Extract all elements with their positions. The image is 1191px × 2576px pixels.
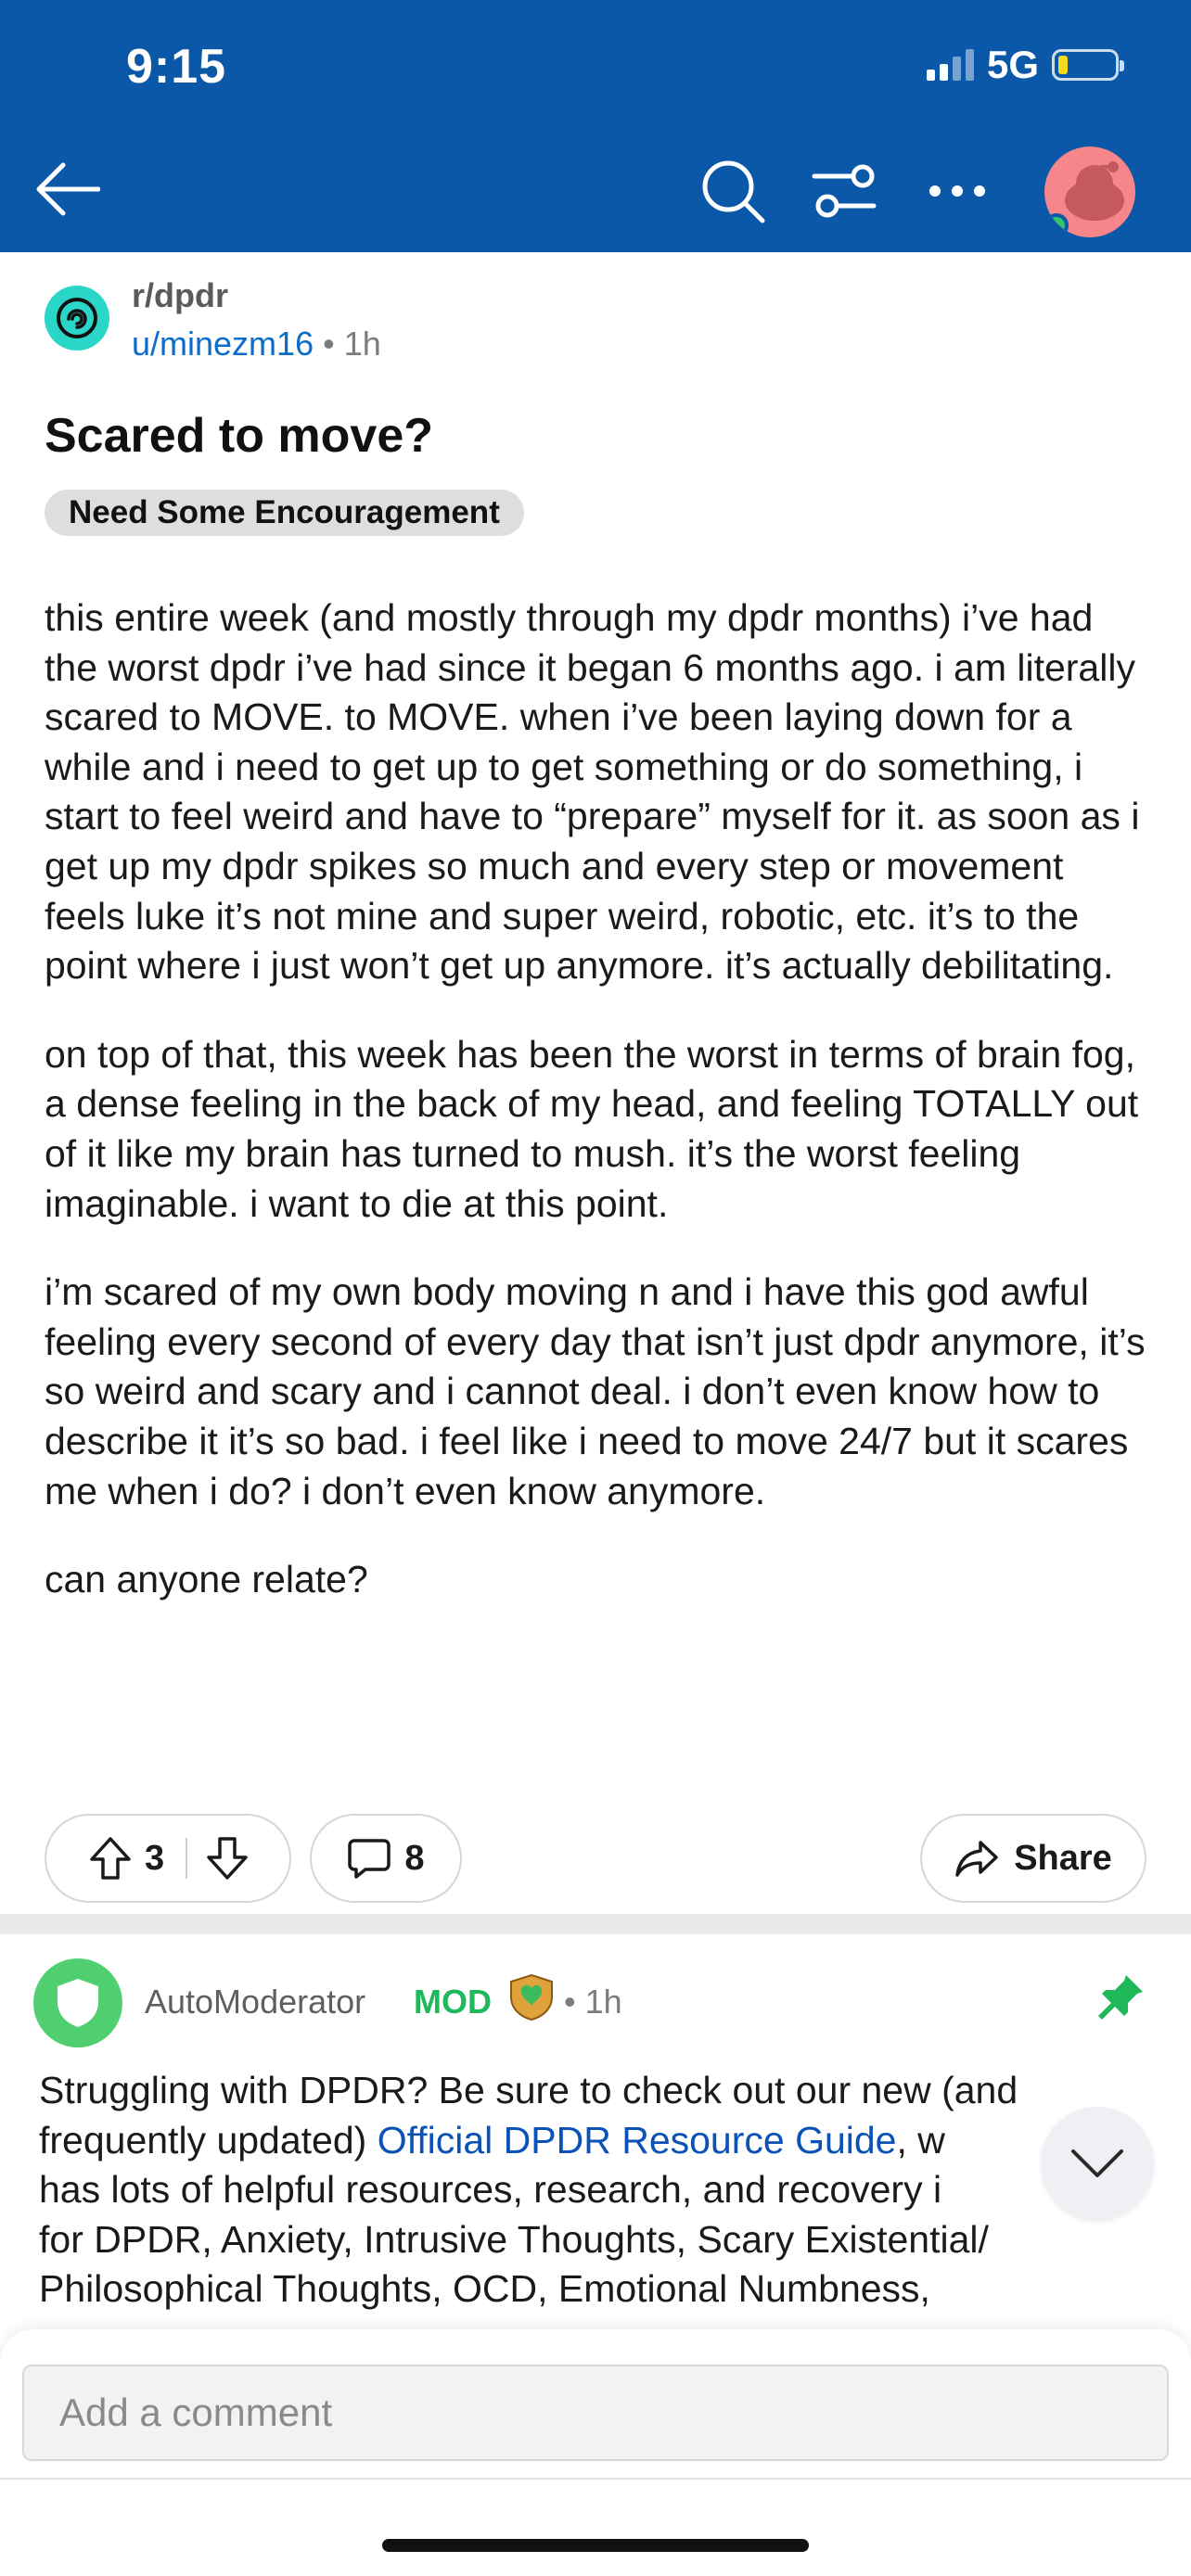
- mod-badge: MOD: [414, 1983, 492, 2021]
- status-indicators: 5G: [926, 43, 1124, 87]
- home-indicator[interactable]: [382, 2539, 809, 2552]
- vote-count: 3: [145, 1838, 165, 1878]
- subreddit-name[interactable]: r/dpdr: [132, 276, 228, 315]
- section-divider: [0, 1914, 1191, 1934]
- downvote-icon[interactable]: [195, 1826, 260, 1891]
- app-header: 9:15 5G: [0, 0, 1191, 252]
- more-options-icon[interactable]: [922, 158, 992, 224]
- search-icon[interactable]: [698, 158, 768, 224]
- post-author[interactable]: u/minezm16: [132, 325, 314, 363]
- comment-meta: • 1h: [564, 1983, 622, 2021]
- battery-icon: [1052, 49, 1124, 81]
- comment-author[interactable]: AutoModerator: [145, 1983, 365, 2021]
- post-title: Scared to move?: [45, 409, 434, 463]
- share-arrow-icon: [955, 1841, 998, 1877]
- chevron-down-icon: [1071, 2149, 1123, 2177]
- vote-divider: [186, 1838, 187, 1879]
- composer-divider: [0, 2478, 1191, 2480]
- post-paragraph: can anyone relate?: [45, 1558, 368, 1601]
- status-time: 9:15: [126, 40, 227, 94]
- cellular-signal-icon: [926, 49, 974, 81]
- comment-text: , w: [896, 2118, 945, 2162]
- share-label: Share: [1014, 1838, 1112, 1878]
- meta-separator: •: [564, 1983, 576, 2021]
- post-meta: u/minezm16 • 1h: [132, 325, 381, 363]
- filter-sort-icon[interactable]: [809, 158, 879, 224]
- comment-count: 8: [404, 1838, 425, 1878]
- add-comment-input[interactable]: [22, 2365, 1169, 2461]
- comment-body: Struggling with DPDR? Be sure to check o…: [39, 2066, 1152, 2315]
- resource-guide-link[interactable]: Official DPDR Resource Guide: [378, 2119, 897, 2162]
- upvote-icon[interactable]: [78, 1826, 143, 1891]
- network-type: 5G: [986, 43, 1039, 86]
- back-arrow-icon[interactable]: [28, 156, 106, 223]
- automoderator-avatar[interactable]: [33, 1958, 122, 2047]
- share-button[interactable]: Share: [920, 1814, 1146, 1903]
- vote-controls: 3: [45, 1814, 291, 1903]
- shield-icon: [58, 1979, 98, 2027]
- post-paragraph: on top of that, this week has been the w…: [45, 1032, 1139, 1225]
- post-body: this entire week (and mostly through my …: [45, 593, 1148, 1644]
- post-flair[interactable]: Need Some Encouragement: [45, 490, 524, 536]
- scroll-down-button[interactable]: [1041, 2107, 1154, 2220]
- user-avatar[interactable]: [1044, 147, 1135, 237]
- pin-icon: [1095, 1971, 1150, 2027]
- meta-separator: •: [323, 325, 335, 363]
- mod-shield-emoji-icon: [508, 1973, 555, 2021]
- post-time: 1h: [343, 325, 381, 363]
- comment-text: for DPDR, Anxiety, Intrusive Thoughts, S…: [39, 2217, 989, 2261]
- comment-time: 1h: [584, 1983, 622, 2021]
- comment-bubble-icon: [348, 1839, 391, 1879]
- comment-text: Philosophical Thoughts, OCD, Emotional N…: [39, 2267, 930, 2311]
- comment-text: has lots of helpful resources, research,…: [39, 2168, 942, 2212]
- subreddit-icon[interactable]: [45, 286, 109, 351]
- post-paragraph: i’m scared of my own body moving n and i…: [45, 1270, 1146, 1512]
- online-status-indicator: [1044, 213, 1069, 237]
- post-paragraph: this entire week (and mostly through my …: [45, 596, 1140, 988]
- comments-button[interactable]: 8: [310, 1814, 462, 1903]
